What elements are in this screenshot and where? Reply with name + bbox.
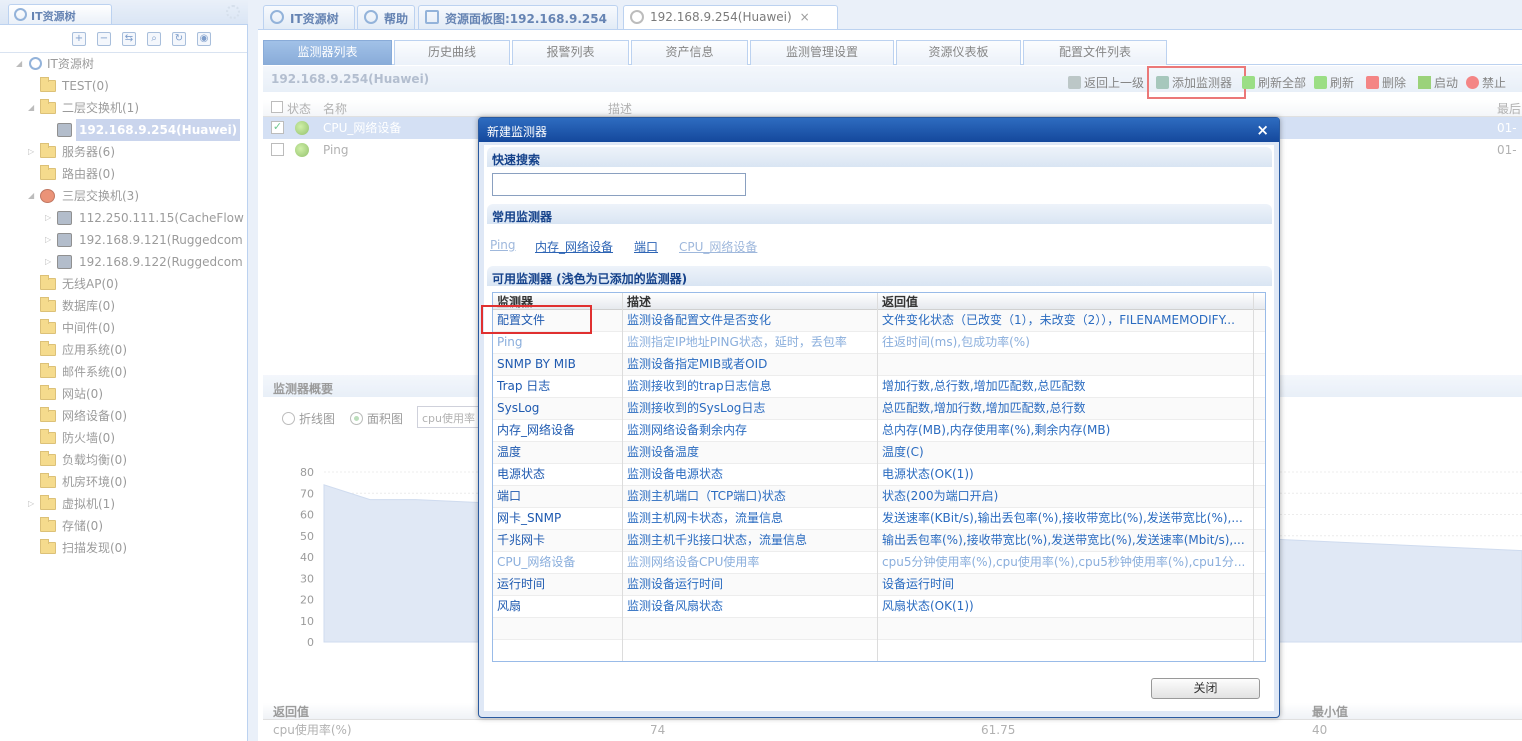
monitor-name: SysLog [497, 401, 540, 415]
monitor-name: 风扇 [497, 599, 522, 613]
monitor-return: 文件变化状态（已改变（1），未改变（2）），FILENAMEMODIFY... [882, 313, 1235, 327]
new-monitor-dialog: 新建监测器 × 快速搜索 常用监测器 Ping 内存_网络设备 端口 CPU_网… [478, 117, 1280, 718]
monitor-name: Ping [497, 335, 523, 349]
monitor-desc: 监测设备电源状态 [627, 467, 724, 481]
table-row[interactable]: 运行时间 监测设备运行时间 设备运行时间 [493, 574, 1265, 596]
monitor-name: CPU_网络设备 [497, 555, 576, 569]
table-row[interactable]: 网卡_SNMP 监测主机网卡状态，流量信息 发送速率(KBit/s),输出丢包率(%… [493, 508, 1265, 530]
monitor-return: 风扇状态(OK(1)) [882, 599, 974, 613]
table-row[interactable]: 电源状态 监测设备电源状态 电源状态(OK(1)) [493, 464, 1265, 486]
table-row[interactable]: SNMP BY MIB 监测设备指定MIB或者OID [493, 354, 1265, 376]
close-icon[interactable]: × [1256, 121, 1269, 139]
available-monitors-grid: 监测器 描述 返回值 配置文件 监测设备配置文件是否变化 文件变化状态（已改变（1）… [492, 292, 1266, 662]
monitor-desc: 监测设备运行时间 [627, 577, 724, 591]
monitor-return: 发送速率(KBit/s),输出丢包率(%),接收带宽比(%),发送带宽比(%),… [882, 511, 1243, 525]
monitor-return: 设备运行时间 [882, 577, 955, 591]
table-row[interactable]: 温度 监测设备温度 温度(C) [493, 442, 1265, 464]
monitor-return: 输出丢包率(%),接收带宽比(%),发送带宽比(%),发送速率(Mbit/s),… [882, 533, 1245, 547]
table-row[interactable]: Ping 监测指定IP地址PING状态，延时，丢包率 往返时间(ms),包成功率(%… [493, 332, 1265, 354]
table-row[interactable]: SysLog 监测接收到的SysLog日志 总匹配数,增加行数,增加匹配数,总行数 [493, 398, 1265, 420]
empty-row [493, 618, 1265, 640]
col-divider [622, 293, 623, 661]
monitor-desc: 监测接收到的trap日志信息 [627, 379, 772, 393]
monitor-desc: 监测设备指定MIB或者OID [627, 357, 768, 371]
empty-row [493, 640, 1265, 661]
quick-search-header: 快速搜索 [487, 147, 1272, 167]
table-row[interactable]: 千兆网卡 监测主机千兆接口状态，流量信息 输出丢包率(%),接收带宽比(%),发送带… [493, 530, 1265, 552]
common-link-port[interactable]: 端口 [634, 238, 658, 255]
monitor-name: 温度 [497, 445, 522, 459]
monitor-desc: 监测主机千兆接口状态，流量信息 [627, 533, 808, 547]
col-divider [1253, 293, 1254, 661]
common-link-memory[interactable]: 内存_网络设备 [535, 238, 613, 255]
monitor-name: 内存_网络设备 [497, 423, 576, 437]
monitor-return: 状态(200为端口开启) [882, 489, 999, 503]
monitor-name: 电源状态 [497, 467, 546, 481]
table-row[interactable]: 风扇 监测设备风扇状态 风扇状态(OK(1)) [493, 596, 1265, 618]
monitor-desc: 监测设备风扇状态 [627, 599, 724, 613]
monitor-name: 运行时间 [497, 577, 546, 591]
monitor-return: 电源状态(OK(1)) [882, 467, 974, 481]
common-link-ping[interactable]: Ping [490, 238, 516, 252]
monitor-name: 网卡_SNMP [497, 511, 562, 525]
table-row[interactable]: 配置文件 监测设备配置文件是否变化 文件变化状态（已改变（1），未改变（2）），FI… [493, 310, 1265, 332]
common-link-cpu[interactable]: CPU_网络设备 [679, 238, 757, 255]
table-row[interactable]: CPU_网络设备 监测网络设备CPU使用率 cpu5分钟使用率(%),cpu使用率(… [493, 552, 1265, 574]
monitor-return: 总匹配数,增加行数,增加匹配数,总行数 [882, 401, 1086, 415]
col-return: 返回值 [882, 295, 919, 309]
dialog-titlebar: 新建监测器 × [479, 118, 1279, 142]
col-desc: 描述 [627, 295, 652, 309]
highlight-box [481, 305, 592, 334]
search-input[interactable] [492, 173, 746, 196]
table-row[interactable]: 内存_网络设备 监测网络设备剩余内存 总内存(MB),内存使用率(%),剩余内存(M… [493, 420, 1265, 442]
monitor-return: 往返时间(ms),包成功率(%) [882, 335, 1030, 349]
monitor-return: 总内存(MB),内存使用率(%),剩余内存(MB) [882, 423, 1111, 437]
monitor-name: Trap 日志 [497, 379, 551, 393]
monitor-desc: 监测网络设备CPU使用率 [627, 555, 760, 569]
monitor-name: 端口 [497, 489, 522, 503]
table-row[interactable]: Trap 日志 监测接收到的trap日志信息 增加行数,总行数,增加匹配数,总匹配数 [493, 376, 1265, 398]
monitor-name: 千兆网卡 [497, 533, 546, 547]
monitor-name: SNMP BY MIB [497, 357, 576, 371]
monitor-return: cpu5分钟使用率(%),cpu使用率(%),cpu5秒钟使用率(%),cpu1… [882, 555, 1246, 569]
monitor-return: 增加行数,总行数,增加匹配数,总匹配数 [882, 379, 1086, 393]
close-button[interactable]: 关闭 [1151, 678, 1260, 699]
monitor-desc: 监测接收到的SysLog日志 [627, 401, 766, 415]
common-monitors-header: 常用监测器 [487, 204, 1272, 224]
dialog-body: 快速搜索 常用监测器 Ping 内存_网络设备 端口 CPU_网络设备 可用监测… [481, 145, 1274, 711]
monitor-desc: 监测设备温度 [627, 445, 700, 459]
monitor-return: 温度(C) [882, 445, 924, 459]
monitor-desc: 监测网络设备剩余内存 [627, 423, 748, 437]
table-row[interactable]: 端口 监测主机端口（TCP端口)状态 状态(200为端口开启) [493, 486, 1265, 508]
monitor-desc: 监测主机端口（TCP端口)状态 [627, 489, 786, 503]
monitor-desc: 监测主机网卡状态，流量信息 [627, 511, 784, 525]
monitor-desc: 监测指定IP地址PING状态，延时，丢包率 [627, 335, 847, 349]
available-monitors-header: 可用监测器 (浅色为已添加的监测器) [487, 266, 1272, 286]
grid-header: 监测器 描述 返回值 [493, 293, 1265, 310]
dialog-title: 新建监测器 [487, 125, 548, 139]
monitor-desc: 监测设备配置文件是否变化 [627, 313, 772, 327]
app: IT资源树 + − ⇆ ⌕ ↻ ◉ ◢ IT资源树 TEST(0) ◢ 二层交换机(1) 192… [0, 0, 1522, 741]
col-divider [877, 293, 878, 661]
monitor-rows: 配置文件 监测设备配置文件是否变化 文件变化状态（已改变（1），未改变（2）），FI… [493, 310, 1265, 661]
